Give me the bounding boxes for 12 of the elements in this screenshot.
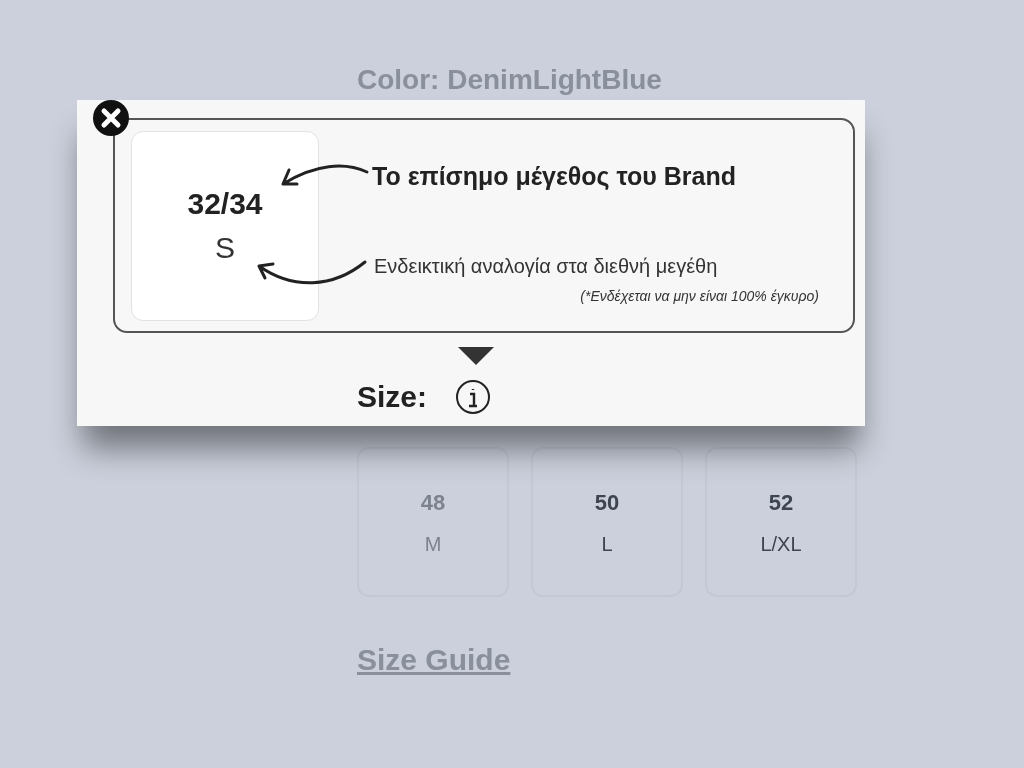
size-option[interactable]: 50 L	[531, 447, 683, 597]
info-icon[interactable]	[455, 378, 492, 415]
color-label: Color: DenimLightBlue	[357, 63, 663, 97]
pointer-triangle-icon	[458, 347, 494, 365]
brand-size-text: 32/34	[187, 189, 263, 219]
international-size-note: Ενδεικτική αναλογία στα διεθνή μεγέθη	[374, 254, 718, 279]
size-option[interactable]: 52 L/XL	[705, 447, 857, 597]
close-button[interactable]	[91, 100, 131, 136]
disclaimer-text: (*Ενδέχεται να μην είναι 100% έγκυρο)	[580, 287, 819, 306]
brand-size-note: Το επίσημο μέγεθος του Brand	[372, 161, 736, 192]
size-label: Size:	[357, 379, 428, 415]
international-size-text: S	[215, 233, 235, 263]
